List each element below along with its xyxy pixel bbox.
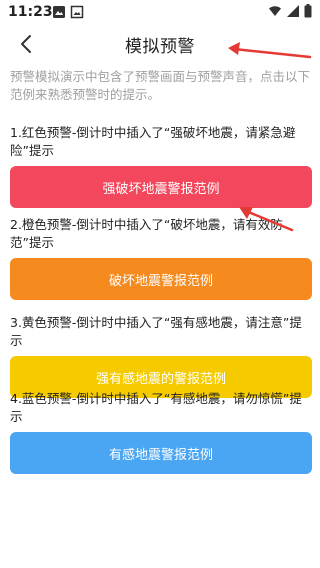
annotation-arrow-icon <box>228 42 312 59</box>
status-left-icons <box>52 5 84 19</box>
section-yellow: 3.黄色预警-倒计时中插入了“强有感地震，请注意”提示 强有感地震的警报范例 <box>10 314 312 398</box>
battery-icon <box>304 4 312 18</box>
status-time: 11:23 <box>8 4 53 20</box>
status-bar: 11:23 <box>0 0 320 24</box>
wifi-icon <box>269 6 281 16</box>
section-description: 4.蓝色预警-倒计时中插入了“有感地震，请勿惊慌”提示 <box>10 391 302 424</box>
annotation-arrow-icon <box>239 207 294 232</box>
blue-alert-example-button[interactable]: 有感地震警报范例 <box>10 432 312 474</box>
image-icon <box>70 5 84 19</box>
status-right-icons <box>268 4 312 18</box>
section-description: 1.红色预警-倒计时中插入了“强破坏地震，请紧急避险”提示 <box>10 125 296 158</box>
signal-icon <box>287 5 299 17</box>
orange-alert-example-button[interactable]: 破坏地震警报范例 <box>10 258 312 300</box>
section-description: 3.黄色预警-倒计时中插入了“强有感地震，请注意”提示 <box>10 315 302 348</box>
red-alert-example-button[interactable]: 强破坏地震警报范例 <box>10 166 312 208</box>
section-blue: 4.蓝色预警-倒计时中插入了“有感地震，请勿惊慌”提示 有感地震警报范例 <box>10 390 312 474</box>
section-red: 1.红色预警-倒计时中插入了“强破坏地震，请紧急避险”提示 强破坏地震警报范例 <box>10 124 312 208</box>
gallery-icon <box>53 6 65 18</box>
intro-text: 预警模拟演示中包含了预警画面与预警声音，点击以下范例来熟悉预警时的提示。 <box>10 69 311 102</box>
